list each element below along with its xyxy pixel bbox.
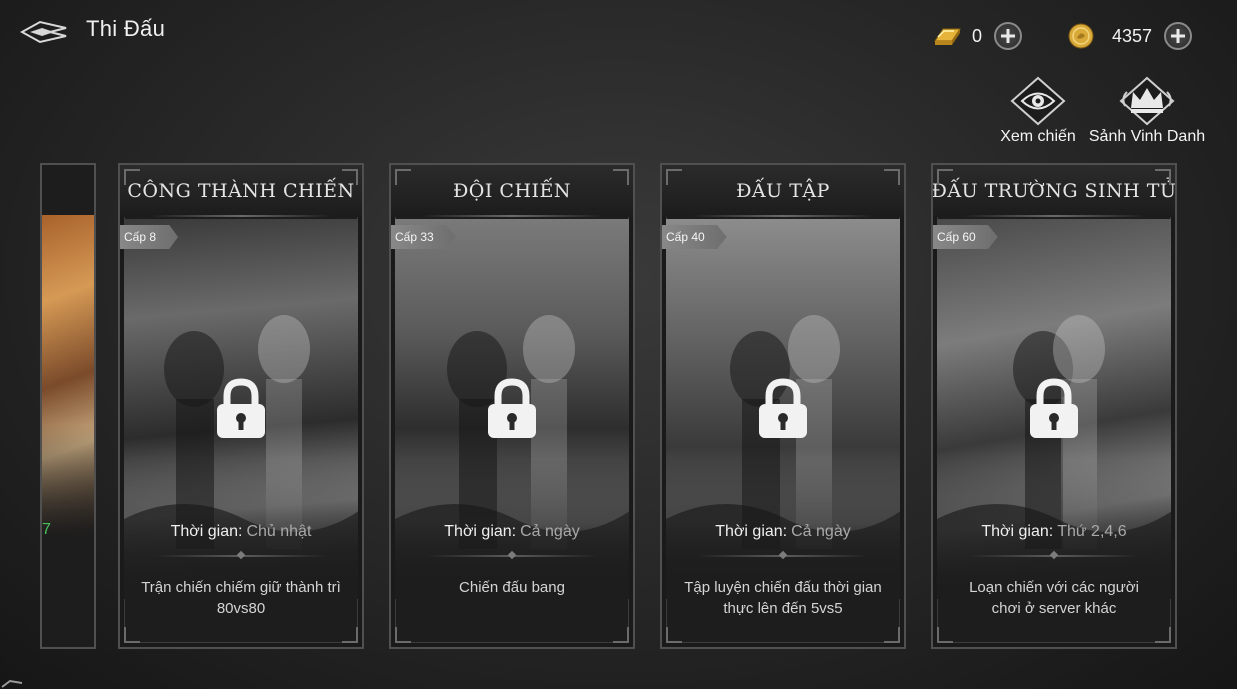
gold-coin-currency: 4357 <box>1066 20 1193 52</box>
corner-arrow-icon <box>1 679 23 688</box>
add-gold-bar-button[interactable] <box>994 22 1023 50</box>
mode-card-4[interactable]: ĐẤU TRƯỜNG SINH TỬ Cấp 60 Thời gian: Thứ … <box>931 163 1177 649</box>
mode-title: ĐẤU TRƯỜNG SINH TỬ <box>931 180 1177 202</box>
header-divider <box>421 215 603 217</box>
schedule-divider <box>698 555 868 557</box>
mode-card-1[interactable]: CÔNG THÀNH CHIẾN Cấp 8 Thời gian: Chủ nhậ… <box>118 163 364 649</box>
schedule-line: Thời gian: Cả ngày <box>391 523 633 541</box>
lock-icon <box>755 378 811 440</box>
level-requirement-tag: Cấp 33 <box>391 225 456 249</box>
mode-card-header: ĐẤU TRƯỜNG SINH TỬ <box>933 165 1175 217</box>
hall-of-fame-button[interactable]: Sảnh Vinh Danh <box>1084 76 1210 146</box>
header-divider <box>150 215 332 217</box>
mode-title: ĐẤU TẬP <box>736 180 830 202</box>
level-requirement-tag: Cấp 40 <box>662 225 727 249</box>
plus-icon <box>1001 29 1016 43</box>
mode-description: Tập luyện chiến đấu thời gian thực lên đ… <box>684 579 882 617</box>
header-divider <box>963 215 1145 217</box>
mode-card-header: ĐỘI CHIẾN <box>391 165 633 217</box>
schedule-divider <box>427 555 597 557</box>
crown-emblem-icon <box>1119 76 1175 126</box>
mode-card-2[interactable]: ĐỘI CHIẾN Cấp 33 Thời gian: Cả ngày Chiến… <box>389 163 635 649</box>
back-arrow-icon <box>19 20 67 44</box>
schedule-divider <box>969 555 1139 557</box>
schedule-label: Thời gian: <box>715 523 788 540</box>
hall-of-fame-label: Sảnh Vinh Danh <box>1088 128 1206 145</box>
level-requirement-tag: Cấp 8 <box>120 225 179 249</box>
schedule-divider <box>156 555 326 557</box>
mode-card-header: ĐẤU TẬP <box>662 165 904 217</box>
eye-emblem-icon <box>1010 76 1066 126</box>
spectate-label: Xem chiến <box>1000 128 1076 145</box>
level-requirement-tag: Cấp 60 <box>933 225 998 249</box>
previous-mode-card[interactable]: 7 <box>40 163 96 649</box>
gold-coin-value: 4357 <box>1112 25 1153 46</box>
mode-card-header: CÔNG THÀNH CHIẾN <box>120 165 362 217</box>
lock-icon <box>1026 378 1082 440</box>
add-gold-coin-button[interactable] <box>1164 22 1193 50</box>
back-button[interactable] <box>19 18 68 46</box>
gold-bar-icon <box>932 21 962 51</box>
gold-bar-currency: 0 <box>932 20 1023 52</box>
schedule-line: Thời gian: Chủ nhật <box>120 523 362 541</box>
gold-bar-value: 0 <box>972 25 983 46</box>
schedule-label: Thời gian: <box>981 523 1054 540</box>
mode-description: Loạn chiến với các người chơi ở server k… <box>969 579 1139 617</box>
mode-card-3[interactable]: ĐẤU TẬP Cấp 40 Thời gian: Cả ngày Tập luy… <box>660 163 906 649</box>
schedule-value: Thứ 2,4,6 <box>1057 523 1127 540</box>
mode-title: CÔNG THÀNH CHIẾN <box>127 180 355 202</box>
schedule-value: Cả ngày <box>520 523 580 540</box>
gold-coin-icon <box>1066 21 1096 51</box>
schedule-line: Thời gian: Thứ 2,4,6 <box>933 523 1175 541</box>
schedule-value: Cả ngày <box>791 523 851 540</box>
lock-icon <box>213 378 269 440</box>
page-title: Thi Đấu <box>86 16 166 41</box>
plus-icon <box>1171 29 1186 43</box>
schedule-line: Thời gian: Cả ngày <box>662 523 904 541</box>
spectate-button[interactable]: Xem chiến <box>996 76 1080 146</box>
previous-mode-time-fragment: 7 <box>42 521 51 538</box>
mode-description: Chiến đấu bang <box>459 579 565 596</box>
schedule-label: Thời gian: <box>444 523 517 540</box>
header-divider <box>692 215 874 217</box>
schedule-label: Thời gian: <box>170 523 243 540</box>
mode-description: Trận chiến chiếm giữ thành trì 80vs80 <box>141 579 341 617</box>
mode-title: ĐỘI CHIẾN <box>452 180 572 202</box>
lock-icon <box>484 378 540 440</box>
schedule-value: Chủ nhật <box>246 523 312 540</box>
